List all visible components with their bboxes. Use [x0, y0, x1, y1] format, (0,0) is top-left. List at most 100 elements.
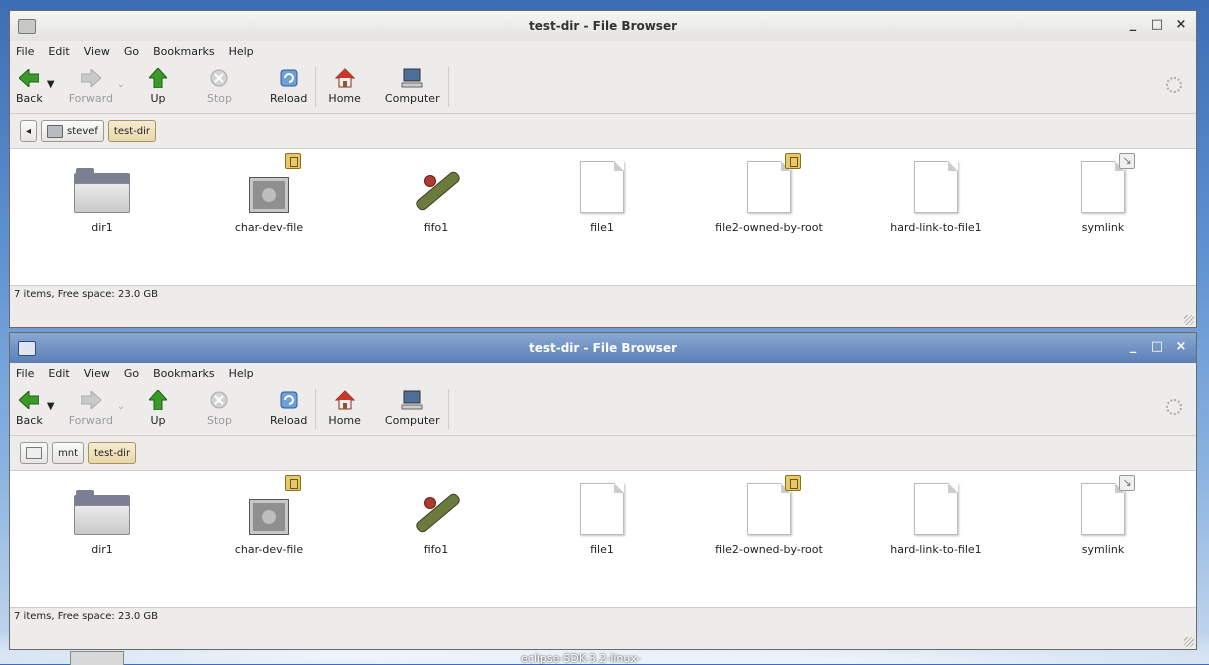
- stop-icon: [208, 67, 230, 89]
- reload-button[interactable]: Reload: [270, 383, 307, 427]
- file-icon: [1081, 161, 1125, 213]
- reload-label: Reload: [269, 414, 308, 427]
- menu-view[interactable]: View: [84, 45, 110, 58]
- back-arrow-icon: [18, 389, 40, 411]
- symlink-emblem-icon: ↘: [1119, 475, 1135, 491]
- forward-history-dropdown[interactable]: ⌄: [113, 61, 129, 90]
- computer-icon: [401, 67, 423, 89]
- file-item[interactable]: hard-link-to-file1: [866, 479, 1006, 556]
- file-item[interactable]: file2-owned-by-root: [699, 475, 839, 556]
- forward-label: Forward: [68, 414, 113, 427]
- menu-bookmarks[interactable]: Bookmarks: [153, 367, 214, 380]
- back-label: Back: [16, 92, 43, 105]
- up-label: Up: [150, 92, 166, 105]
- file-name: symlink: [1081, 543, 1125, 556]
- file-item[interactable]: fifo1: [366, 157, 506, 234]
- computer-button[interactable]: Computer: [385, 383, 440, 427]
- home-label: Home: [328, 414, 361, 427]
- path-button-root[interactable]: [20, 442, 48, 464]
- up-button[interactable]: Up: [147, 61, 169, 105]
- file-item[interactable]: dir1: [32, 157, 172, 234]
- file-view[interactable]: dir1 char-dev-file fifo1 file1 file2-own…: [10, 149, 1196, 285]
- file-item[interactable]: file1: [532, 479, 672, 556]
- menu-edit[interactable]: Edit: [48, 45, 69, 58]
- close-button[interactable]: ×: [1174, 17, 1188, 32]
- close-button[interactable]: ×: [1174, 339, 1188, 354]
- lock-emblem-icon: [785, 475, 801, 491]
- path-button-current[interactable]: test-dir: [88, 442, 137, 464]
- path-bar: mnt test-dir: [10, 436, 1196, 471]
- window-title: test-dir - File Browser: [528, 19, 678, 33]
- file-item[interactable]: file2-owned-by-root: [699, 153, 839, 234]
- file-icon: [747, 483, 791, 535]
- home-button[interactable]: Home: [328, 383, 361, 427]
- menu-file[interactable]: File: [16, 45, 34, 58]
- home-label: Home: [328, 92, 361, 105]
- stop-icon: [208, 389, 230, 411]
- menu-file[interactable]: File: [16, 367, 34, 380]
- title-bar[interactable]: test-dir - File Browser _ □ ×: [10, 333, 1196, 363]
- menu-bookmarks[interactable]: Bookmarks: [153, 45, 214, 58]
- forward-button[interactable]: Forward: [69, 61, 113, 105]
- desktop-item-label[interactable]: eclipse-SDK-3.2-linux-: [521, 652, 641, 665]
- minimize-button[interactable]: _: [1126, 339, 1140, 354]
- path-button-current[interactable]: test-dir: [107, 120, 156, 142]
- back-button[interactable]: Back: [16, 383, 43, 427]
- menu-view[interactable]: View: [84, 367, 110, 380]
- path-scroll-left-button[interactable]: ◂: [20, 120, 38, 142]
- file-item[interactable]: char-dev-file: [199, 475, 339, 556]
- file-item[interactable]: ↘ symlink: [1033, 475, 1173, 556]
- file-view[interactable]: dir1 char-dev-file fifo1 file1 file2-own…: [10, 471, 1196, 607]
- stop-label: Stop: [206, 92, 232, 105]
- maximize-button[interactable]: □: [1150, 17, 1164, 32]
- resize-grip[interactable]: [1184, 315, 1194, 325]
- filesystem-icon: [26, 447, 42, 459]
- reload-icon: [278, 389, 300, 411]
- activity-spinner-icon: [1166, 399, 1182, 415]
- menu-help[interactable]: Help: [229, 45, 254, 58]
- file-name: dir1: [91, 221, 113, 234]
- folder-icon: [74, 490, 130, 535]
- maximize-button[interactable]: □: [1150, 339, 1164, 354]
- computer-button[interactable]: Computer: [385, 61, 440, 105]
- file-item[interactable]: file1: [532, 157, 672, 234]
- file-icon: [1081, 483, 1125, 535]
- home-button[interactable]: Home: [328, 61, 361, 105]
- up-button[interactable]: Up: [147, 383, 169, 427]
- file-item[interactable]: ↘ symlink: [1033, 153, 1173, 234]
- back-history-dropdown[interactable]: ▼: [43, 383, 59, 412]
- lock-emblem-icon: [285, 153, 301, 169]
- forward-button[interactable]: Forward: [69, 383, 113, 427]
- forward-label: Forward: [68, 92, 113, 105]
- file-item[interactable]: dir1: [32, 479, 172, 556]
- desktop-drive-icon[interactable]: [70, 651, 124, 665]
- minimize-button[interactable]: _: [1126, 17, 1140, 32]
- resize-grip[interactable]: [1184, 637, 1194, 647]
- title-bar[interactable]: test-dir - File Browser _ □ ×: [10, 11, 1196, 41]
- menu-help[interactable]: Help: [229, 367, 254, 380]
- file-name: fifo1: [423, 221, 449, 234]
- home-icon: [334, 67, 356, 89]
- symlink-emblem-icon: ↘: [1119, 153, 1135, 169]
- menu-go[interactable]: Go: [124, 45, 139, 58]
- toolbar-separator: [315, 67, 317, 107]
- up-label: Up: [150, 414, 166, 427]
- back-button[interactable]: Back: [16, 61, 43, 105]
- stop-button[interactable]: Stop: [207, 383, 232, 427]
- up-arrow-icon: [147, 389, 169, 411]
- file-icon: [914, 161, 958, 213]
- path-parent-label: mnt: [58, 447, 78, 459]
- path-button-parent[interactable]: mnt: [52, 442, 84, 464]
- menu-go[interactable]: Go: [124, 367, 139, 380]
- back-history-dropdown[interactable]: ▼: [43, 61, 59, 90]
- file-item[interactable]: hard-link-to-file1: [866, 157, 1006, 234]
- file-item[interactable]: char-dev-file: [199, 153, 339, 234]
- file-name: char-dev-file: [234, 543, 304, 556]
- forward-history-dropdown[interactable]: ⌄: [113, 383, 129, 412]
- stop-button[interactable]: Stop: [207, 61, 232, 105]
- menu-edit[interactable]: Edit: [48, 367, 69, 380]
- path-button-parent[interactable]: stevef: [41, 120, 104, 142]
- reload-button[interactable]: Reload: [270, 61, 307, 105]
- file-item[interactable]: fifo1: [366, 479, 506, 556]
- file-icon: [580, 161, 624, 213]
